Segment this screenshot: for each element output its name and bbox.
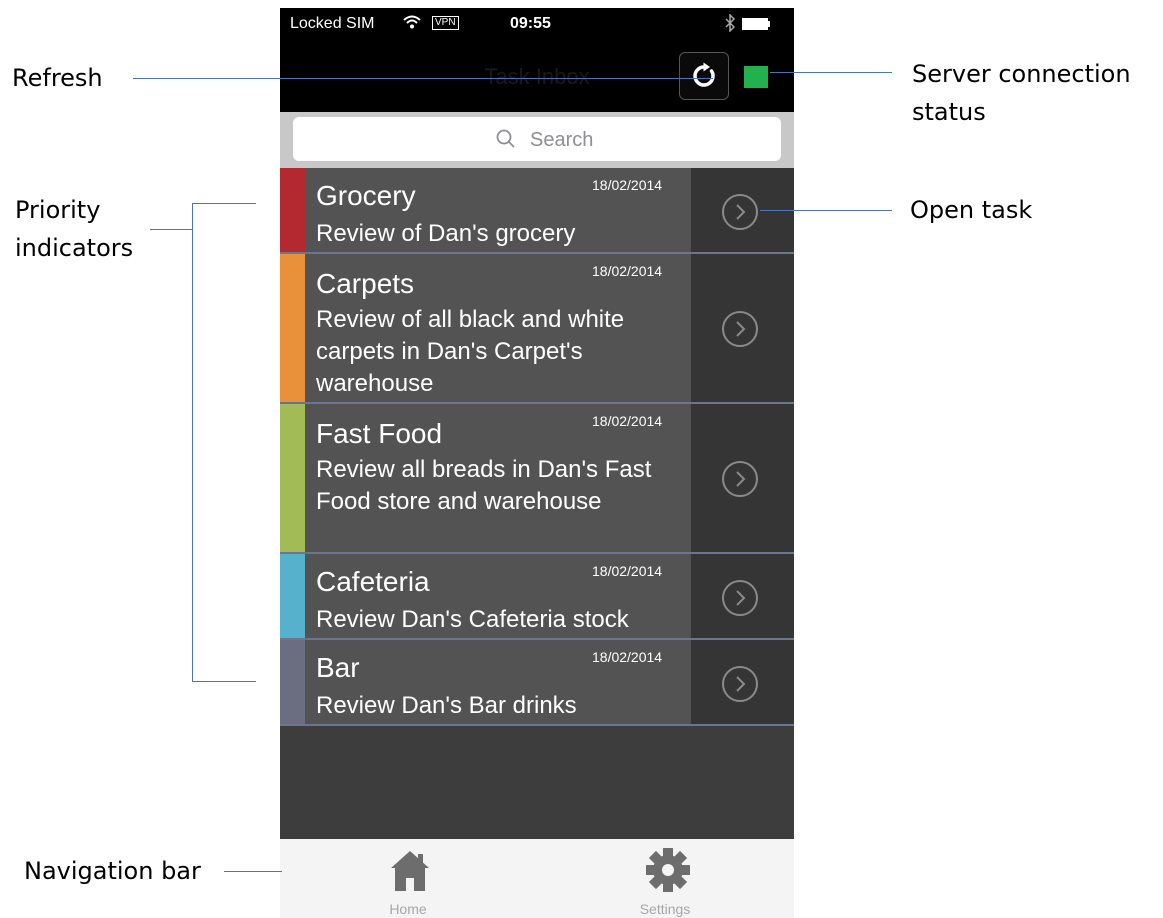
search-input[interactable]: Search — [293, 117, 781, 161]
top-nav-bar: Task Inbox — [280, 40, 794, 112]
open-task-area[interactable] — [691, 254, 794, 402]
priority-indicator — [280, 168, 305, 252]
open-task-area[interactable] — [691, 554, 794, 638]
refresh-button[interactable] — [679, 52, 729, 100]
task-row-fast-food[interactable]: Fast Food 18/02/2014 Review all breads i… — [280, 404, 794, 554]
task-date: 18/02/2014 — [592, 413, 663, 429]
task-row-grocery[interactable]: Grocery 18/02/2014 Review of Dan's groce… — [280, 168, 794, 254]
clock: 09:55 — [510, 15, 551, 32]
task-list: Grocery 18/02/2014 Review of Dan's groce… — [280, 168, 794, 726]
search-placeholder: Search — [530, 129, 594, 151]
refresh-icon — [693, 62, 715, 87]
callout-line-refresh — [133, 78, 713, 79]
open-task-area[interactable] — [691, 404, 794, 552]
task-content: Fast Food 18/02/2014 Review all breads i… — [305, 404, 691, 552]
chevron-right-circle-icon[interactable] — [720, 309, 760, 349]
callout-line-navigation-bar — [224, 871, 282, 872]
chevron-right-circle-icon[interactable] — [720, 664, 760, 704]
callout-line-priority-bottom — [192, 681, 256, 682]
callout-open-task: Open task — [910, 196, 1033, 224]
chevron-right-circle-icon[interactable] — [720, 459, 760, 499]
search-icon — [496, 129, 515, 148]
tab-settings[interactable]: Settings — [605, 839, 725, 918]
callout-line-priority-stub — [150, 229, 192, 230]
callout-server-status-line2: status — [912, 98, 986, 126]
wifi-icon — [403, 14, 421, 34]
task-description: Review of Dan's grocery — [316, 220, 576, 247]
task-row-cafeteria[interactable]: Cafeteria 18/02/2014 Review Dan's Cafete… — [280, 554, 794, 640]
home-icon — [391, 851, 429, 891]
task-title: Carpets — [316, 268, 415, 299]
callout-refresh: Refresh — [12, 64, 103, 92]
callout-line-server-status — [770, 72, 892, 73]
tab-label: Settings — [639, 901, 691, 917]
callout-line-open-task — [760, 210, 892, 211]
callout-priority-line2: indicators — [15, 234, 134, 262]
server-connection-status-indicator — [744, 66, 768, 88]
task-title: Grocery — [316, 180, 416, 211]
task-title: Bar — [316, 652, 360, 683]
callout-line-priority-bracket — [192, 203, 193, 682]
callout-server-status-line1: Server connection — [912, 60, 1131, 88]
battery-icon — [742, 18, 772, 30]
task-description: Review all breads in Dan's Fast Food sto… — [316, 456, 652, 515]
callout-navigation-bar: Navigation bar — [24, 857, 201, 885]
task-content: Cafeteria 18/02/2014 Review Dan's Cafete… — [305, 554, 691, 638]
tab-label: Home — [389, 901, 427, 917]
task-date: 18/02/2014 — [592, 177, 663, 193]
task-title: Cafeteria — [316, 566, 430, 597]
task-description: Review Dan's Cafeteria stock — [316, 606, 629, 633]
search-bar: Search — [280, 112, 794, 168]
task-row-carpets[interactable]: Carpets 18/02/2014 Review of all black a… — [280, 254, 794, 404]
task-content: Bar 18/02/2014 Review Dan's Bar drinks — [305, 640, 691, 724]
gear-icon — [646, 848, 690, 892]
callout-line-priority-top — [192, 203, 256, 204]
phone-screen: Locked SIM VPN 09:55 Task Inbox Search G… — [280, 8, 794, 918]
task-description: Review of all black and white carpets in… — [316, 306, 625, 397]
bluetooth-icon — [725, 13, 736, 37]
priority-indicator — [280, 254, 305, 402]
callout-priority-line1: Priority — [15, 196, 101, 224]
carrier-label: Locked SIM — [290, 15, 375, 32]
chevron-right-circle-icon[interactable] — [720, 578, 760, 618]
task-date: 18/02/2014 — [592, 649, 663, 665]
tab-home[interactable]: Home — [348, 839, 468, 918]
task-content: Grocery 18/02/2014 Review of Dan's groce… — [305, 168, 691, 252]
priority-indicator — [280, 640, 305, 724]
task-row-bar[interactable]: Bar 18/02/2014 Review Dan's Bar drinks — [280, 640, 794, 726]
task-title: Fast Food — [316, 418, 443, 449]
priority-indicator — [280, 554, 305, 638]
priority-indicator — [280, 404, 305, 552]
task-date: 18/02/2014 — [592, 263, 663, 279]
bottom-tab-bar: Home Settings — [280, 839, 794, 918]
chevron-right-circle-icon[interactable] — [720, 192, 760, 232]
task-description: Review Dan's Bar drinks — [316, 692, 577, 719]
task-date: 18/02/2014 — [592, 563, 663, 579]
status-bar: Locked SIM VPN 09:55 — [280, 8, 794, 40]
vpn-badge: VPN — [432, 16, 459, 30]
task-content: Carpets 18/02/2014 Review of all black a… — [305, 254, 691, 402]
open-task-area[interactable] — [691, 640, 794, 724]
